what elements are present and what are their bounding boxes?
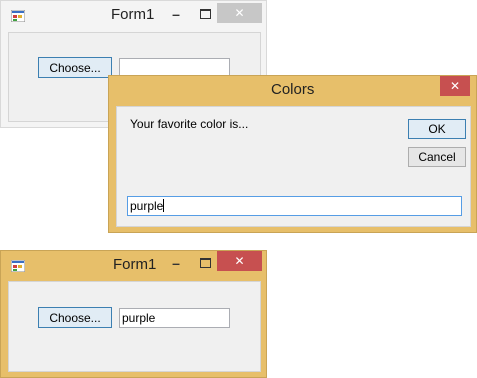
maximize-button[interactable] <box>192 253 218 273</box>
close-icon: ✕ <box>449 79 461 93</box>
prompt-label: Your favorite color is... <box>130 117 249 131</box>
choose-button-label: Choose... <box>49 310 101 325</box>
close-button[interactable]: ✕ <box>440 76 470 96</box>
maximize-icon <box>199 258 211 268</box>
minimize-icon: – <box>172 255 180 271</box>
cancel-button[interactable]: Cancel <box>408 147 466 167</box>
form1-window-active: Form1 – ✕ Choose... purple <box>0 250 267 378</box>
close-icon: ✕ <box>234 254 245 268</box>
color-input-value: purple <box>130 199 164 213</box>
title-bar[interactable]: Form1 – ✕ <box>1 1 266 31</box>
close-button[interactable]: ✕ <box>217 3 262 23</box>
ok-button-label: OK <box>428 122 446 136</box>
minimize-icon: – <box>172 6 180 22</box>
minimize-button[interactable]: – <box>163 4 189 24</box>
choose-button-label: Choose... <box>49 60 101 75</box>
text-caret <box>163 199 165 212</box>
minimize-button[interactable]: – <box>163 253 189 273</box>
colors-dialog: Colors ✕ Your favorite color is... OK Ca… <box>108 75 477 233</box>
close-icon: ✕ <box>234 6 245 20</box>
application-icon <box>11 260 25 272</box>
client-area: Choose... purple <box>8 281 261 372</box>
application-icon <box>11 10 25 22</box>
color-input[interactable]: purple <box>127 196 462 216</box>
choose-button[interactable]: Choose... <box>38 307 112 328</box>
color-textbox[interactable]: purple <box>119 308 230 328</box>
close-button[interactable]: ✕ <box>217 251 262 271</box>
window-title: Form1 <box>111 6 155 23</box>
choose-button[interactable]: Choose... <box>38 57 112 78</box>
maximize-button[interactable] <box>192 4 218 24</box>
maximize-icon <box>199 9 211 19</box>
window-title: Colors <box>271 81 315 98</box>
cancel-button-label: Cancel <box>418 150 456 164</box>
client-area: Your favorite color is... OK Cancel purp… <box>116 106 471 227</box>
window-title: Form1 <box>113 256 157 273</box>
title-bar[interactable]: Colors ✕ <box>109 76 476 106</box>
ok-button[interactable]: OK <box>408 119 466 139</box>
title-bar[interactable]: Form1 – ✕ <box>1 251 266 281</box>
